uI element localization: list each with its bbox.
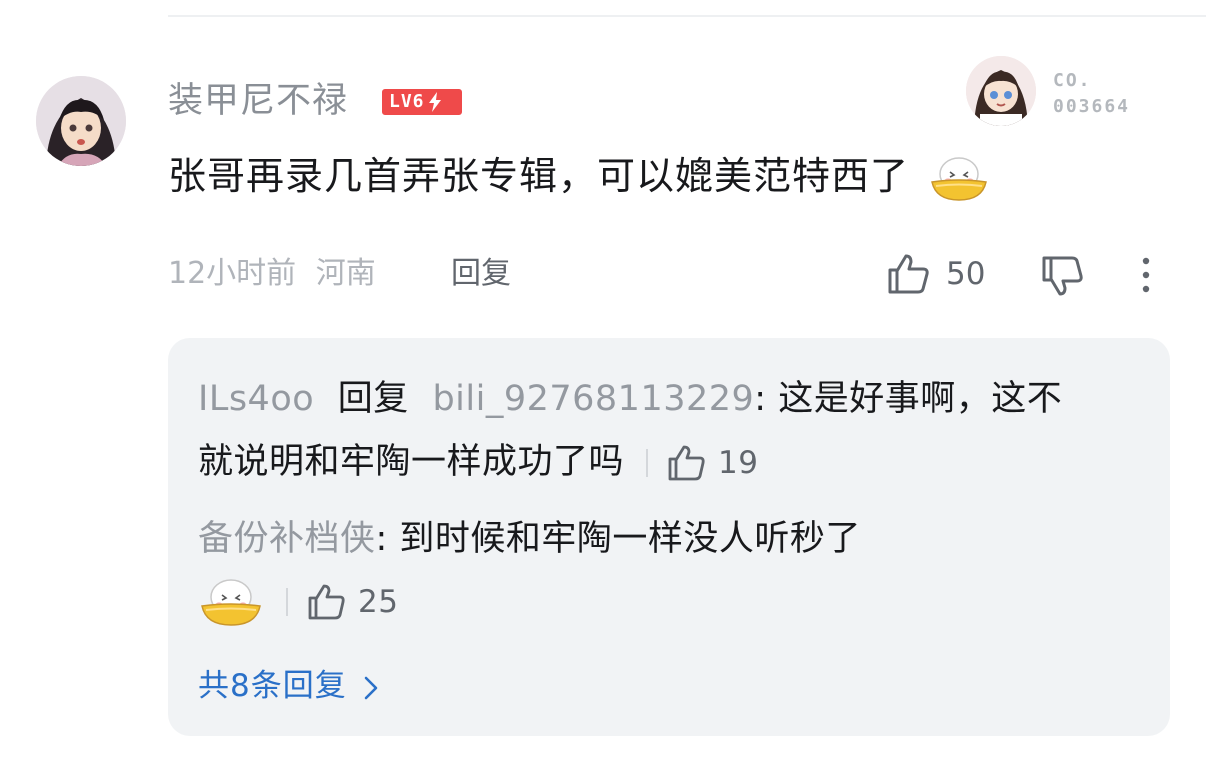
separator	[286, 588, 288, 616]
divider	[168, 15, 1206, 17]
level-text: LV6	[389, 91, 425, 112]
view-all-replies-label: 共8条回复	[198, 668, 347, 704]
chevron-right-icon	[364, 676, 378, 699]
thumbs-down-icon[interactable]	[1040, 254, 1086, 298]
reply-target-username[interactable]: bili_92768113229	[432, 379, 754, 419]
comment-text: 张哥再录几首弄张专辑，可以媲美范特西了	[168, 150, 990, 202]
lightning-icon	[428, 92, 441, 112]
replies-panel: ILs4oo 回复 bili_92768113229: 这是好事啊，这不 就说明…	[168, 338, 1170, 736]
reply-button[interactable]: 回复	[451, 252, 511, 296]
reply-username[interactable]: 备份补档侠	[198, 519, 376, 559]
reply-word: 回复	[337, 379, 409, 419]
reply-item-continued: 就说明和牢陶一样成功了吗 19	[198, 431, 1148, 494]
reply-item[interactable]: ILs4oo 回复 bili_92768113229: 这是好事啊，这不	[198, 368, 1148, 430]
fan-badge-avatar[interactable]	[966, 56, 1036, 126]
more-options-icon[interactable]	[1134, 254, 1158, 296]
like-count: 50	[946, 256, 986, 292]
username[interactable]: 装甲尼不禄	[168, 78, 348, 124]
comment-time: 12小时前	[168, 256, 297, 291]
comment-body: 张哥再录几首弄张专辑，可以媲美范特西了	[168, 154, 910, 198]
comment-meta: 12小时前 河南	[168, 252, 376, 296]
view-all-replies-link[interactable]: 共8条回复	[198, 660, 379, 712]
fan-badge-label: CO. 003664	[1053, 68, 1163, 120]
bowl-smile-emoji-icon	[931, 156, 988, 201]
comment-page: 装甲尼不禄 LV6 CO. 003664 张哥再录几首弄张专辑，可以媲美范特西了	[0, 0, 1206, 760]
reply-like-count: 25	[358, 584, 399, 620]
reply-text-line2: 就说明和牢陶一样成功了吗	[198, 442, 625, 482]
reply-like-count: 19	[718, 445, 759, 481]
fan-badge-prefix: CO.	[1053, 70, 1092, 91]
thumbs-up-icon[interactable]	[666, 443, 708, 483]
reply-item[interactable]: 备份补档侠: 到时候和牢陶一样没人听秒了	[198, 508, 1148, 570]
separator	[646, 449, 649, 477]
bowl-smile-emoji-icon	[201, 579, 261, 626]
thumbs-up-icon[interactable]	[306, 582, 348, 622]
reply-item-continued: 25	[198, 570, 1148, 632]
reply-text: : 到时候和牢陶一样没人听秒了	[375, 519, 861, 559]
avatar[interactable]	[36, 76, 126, 166]
fan-badge-number: 003664	[1053, 96, 1131, 117]
reply-text-line1: : 这是好事啊，这不	[754, 379, 1063, 419]
reply-username[interactable]: ILs4oo	[198, 379, 314, 419]
level-badge: LV6	[382, 89, 462, 115]
thumbs-up-icon[interactable]	[886, 252, 932, 296]
comment-location: 河南	[315, 256, 376, 291]
